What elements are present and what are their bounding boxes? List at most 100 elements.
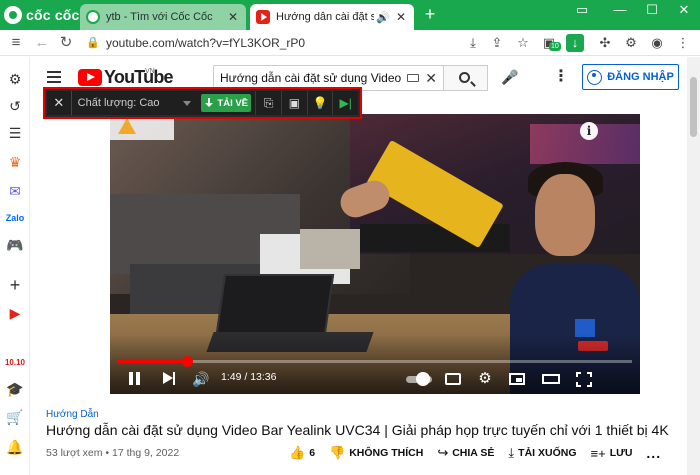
close-window-icon[interactable]: ✕: [668, 0, 700, 22]
extension-icon[interactable]: ▣10: [540, 34, 561, 52]
theater-mode-icon[interactable]: [541, 370, 561, 388]
youtube-logo[interactable]: YouTube: [78, 67, 174, 88]
more-icon[interactable]: ⋮: [674, 34, 692, 52]
miniplayer-icon[interactable]: [508, 370, 526, 388]
time-display: 1:49 / 13:36: [221, 371, 277, 383]
history-icon[interactable]: ↺: [5, 96, 25, 116]
category-link[interactable]: Hướng Dẫn: [46, 409, 99, 420]
reload-icon[interactable]: ↻: [56, 33, 76, 53]
browser-logo[interactable]: cốc cốc: [4, 6, 80, 24]
scrollbar-thumb[interactable]: [690, 77, 697, 137]
theater-box: [542, 374, 560, 384]
save-label: LƯU: [609, 447, 633, 459]
progress-scrubber[interactable]: [182, 356, 193, 367]
crown-icon[interactable]: ♛: [5, 152, 25, 172]
download-bar-inner: ✕ Chất lượng: Cao TẢI VỀ ⎘ ▣ 💡 ▶|: [47, 91, 358, 115]
more-options-icon[interactable]: ⋮: [553, 67, 569, 87]
minimize-icon[interactable]: —: [604, 0, 636, 22]
gamepad-icon[interactable]: 🎮: [5, 235, 25, 255]
corner-bl: [576, 382, 581, 387]
plus-icon[interactable]: +: [5, 275, 25, 295]
browser-brand: cốc cốc: [26, 7, 80, 23]
share-arrow-icon: ↪: [437, 445, 449, 460]
close-icon[interactable]: ✕: [394, 10, 408, 24]
list-icon[interactable]: ☰: [5, 123, 25, 143]
share-button[interactable]: ↪ CHIA SẺ: [437, 445, 494, 461]
settings-icon[interactable]: ⚙: [622, 34, 640, 52]
progress-fill: [118, 360, 187, 363]
youtube-wordmark: YouTube: [104, 67, 174, 87]
subtitles-box: [445, 373, 461, 385]
url-text[interactable]: youtube.com/watch?v=fYL3KOR_rP0: [106, 36, 305, 50]
zalo-icon[interactable]: Zalo: [5, 208, 25, 228]
save-page-icon[interactable]: ⤓: [464, 34, 482, 52]
restore-tab-icon[interactable]: ▭: [566, 0, 598, 22]
next-icon[interactable]: [162, 370, 178, 388]
maximize-icon[interactable]: ☐: [636, 0, 668, 22]
star-icon[interactable]: ☆: [514, 34, 532, 52]
thumbs-down-icon: 👎: [329, 445, 346, 460]
gear-icon[interactable]: ⚙: [5, 69, 25, 89]
download-button[interactable]: ⤓ TẢI XUỐNG: [508, 445, 576, 461]
dislike-button[interactable]: 👎 KHÔNG THÍCH: [329, 445, 423, 461]
extract-audio-icon[interactable]: ⎘: [255, 91, 281, 115]
search-button[interactable]: [444, 65, 488, 91]
youtube-icon[interactable]: ▶: [5, 303, 25, 323]
messenger-icon[interactable]: ✉: [5, 181, 25, 201]
clear-icon[interactable]: ✕: [425, 70, 437, 87]
corner-tl: [576, 372, 581, 377]
picture-in-picture-icon[interactable]: ▣: [281, 91, 307, 115]
like-button[interactable]: 👍 6: [289, 445, 315, 461]
autoplay-knob: [416, 372, 430, 386]
pause-icon[interactable]: [127, 370, 143, 388]
calendar-icon[interactable]: 10.10: [5, 352, 25, 372]
back-icon[interactable]: ←: [32, 33, 52, 53]
autoplay-toggle[interactable]: [406, 370, 436, 388]
address-bar[interactable]: 🔒 youtube.com/watch?v=fYL3KOR_rP0: [86, 33, 456, 53]
save-button[interactable]: ≡+ LƯU: [591, 446, 633, 461]
fullscreen-icon[interactable]: [575, 370, 593, 388]
action-bar: 👍 6 👎 KHÔNG THÍCH ↪ CHIA SẺ ⤓ TẢI XUỐNG …: [289, 443, 675, 463]
download-arrow-icon: ⤓: [508, 445, 515, 460]
keyboard-icon[interactable]: [407, 74, 420, 82]
search-query[interactable]: Hướng dẫn cài đặt sử dụng Video Bar: [220, 71, 401, 85]
profile-icon[interactable]: ◉: [648, 34, 666, 52]
info-icon[interactable]: i: [580, 122, 598, 140]
country-code: VN: [145, 68, 155, 75]
lock-icon: 🔒: [86, 37, 100, 49]
quality-select[interactable]: Chất lượng: Cao: [70, 91, 197, 115]
coccoc-logo-icon: [4, 6, 22, 24]
lightbulb-icon[interactable]: 💡: [306, 91, 333, 115]
skip-icon[interactable]: ▶|: [332, 91, 358, 115]
tab-title: Hướng dẫn cài đặt sử dụng: [276, 11, 375, 23]
more-actions-button[interactable]: ...: [646, 445, 661, 461]
bell-icon[interactable]: 🔔: [5, 437, 25, 457]
share-icon[interactable]: ⇪: [488, 34, 506, 52]
user-icon: [587, 69, 603, 85]
close-icon[interactable]: ✕: [47, 95, 71, 111]
video-title: Hướng dẫn cài đặt sử dụng Video Bar Yeal…: [46, 422, 669, 438]
hat-icon[interactable]: 🎓: [5, 379, 25, 399]
video-laptop: [215, 274, 335, 334]
menu-icon[interactable]: ≡: [6, 33, 26, 53]
mic-icon[interactable]: 🎤: [499, 66, 521, 88]
video-player[interactable]: i 🔊 1:49 / 13:36 ⚙: [110, 114, 640, 394]
puzzle-icon[interactable]: ✣: [596, 34, 614, 52]
speaker-icon[interactable]: 🔊: [376, 11, 390, 24]
settings-gear-icon[interactable]: ⚙: [476, 370, 494, 388]
close-icon[interactable]: ✕: [226, 10, 240, 24]
tab-youtube[interactable]: Hướng dẫn cài đặt sử dụng 🔊 ✕: [250, 4, 414, 30]
tab-search[interactable]: ytb - Tìm với Cốc Cốc ✕: [80, 4, 246, 30]
cart-icon[interactable]: 🛒: [5, 407, 25, 427]
subtitles-icon[interactable]: [444, 370, 462, 388]
progress-bar[interactable]: [118, 356, 632, 367]
page-scrollbar[interactable]: [687, 57, 700, 475]
download-icon[interactable]: ↓: [566, 34, 584, 52]
signin-button[interactable]: ĐĂNG NHẬP: [582, 64, 679, 90]
quality-value: Chất lượng: Cao: [77, 97, 160, 109]
chevron-down-icon: [183, 100, 192, 106]
guide-menu-icon[interactable]: [47, 71, 61, 83]
new-tab-button[interactable]: +: [420, 4, 440, 26]
volume-icon[interactable]: 🔊: [192, 370, 210, 388]
download-video-button[interactable]: TẢI VỀ: [201, 94, 252, 112]
